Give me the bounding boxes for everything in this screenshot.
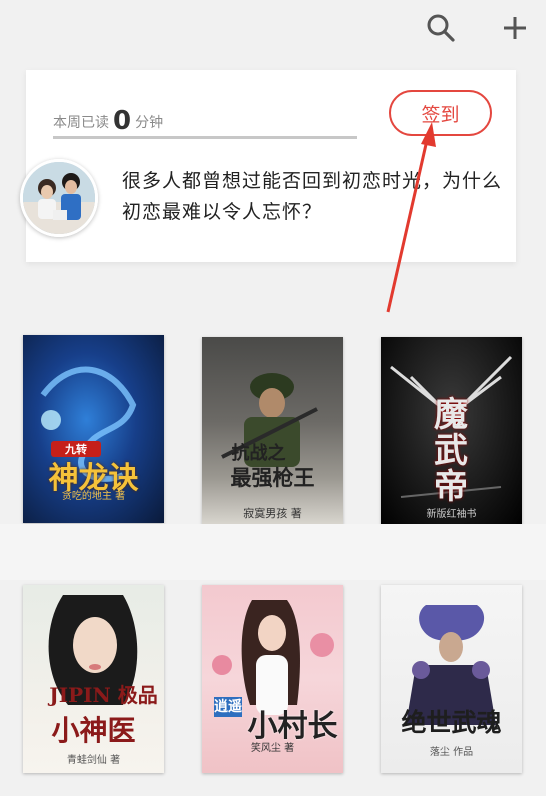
book-title: 最强枪王 [230, 465, 315, 490]
plus-icon[interactable] [497, 10, 533, 46]
book-author: 落尘 作品 [429, 747, 474, 758]
book-cover[interactable]: 抗战之 最强枪王 寂寞男孩 著 [202, 337, 343, 525]
shelf-divider [0, 524, 546, 580]
book-cover[interactable]: 魔武帝 新版红袖书 [381, 337, 522, 525]
reading-card: 本周已读 0 分钟 签到 很多人都曾想过能否回到初恋时光，为什么初恋最难以令人忘… [26, 70, 516, 262]
signin-button[interactable]: 签到 [389, 90, 492, 136]
book-author: 贪吃的地主 著 [61, 491, 126, 502]
book-author: 寂寞男孩 著 [243, 507, 302, 520]
weekly-read-minutes: 0 [113, 106, 132, 136]
book-cover[interactable]: 九转 神龙诀 贪吃的地主 著 [23, 335, 164, 523]
top-toolbar [0, 0, 546, 56]
weekly-read-prefix: 本周已读 [53, 115, 109, 131]
weekly-read-stat: 本周已读 0 分钟 [53, 106, 164, 136]
book-author: 青蛙剑仙 著 [66, 755, 121, 766]
book-title-top: JIPIN 极品 [49, 683, 158, 707]
avatar[interactable] [20, 159, 98, 237]
weekly-read-suffix: 分钟 [135, 115, 164, 131]
book-cover[interactable]: 逍遥 小村长 笑风尘 著 [202, 585, 343, 773]
book-cover[interactable]: JIPIN 极品 小神医 青蛙剑仙 著 [23, 585, 164, 773]
reading-progress-line [53, 136, 357, 139]
book-title: 绝世武魂 [401, 708, 502, 737]
recommendation-message[interactable]: 很多人都曾想过能否回到初恋时光，为什么初恋最难以令人忘怀？ [122, 166, 502, 228]
search-icon[interactable] [423, 10, 459, 46]
book-title: 小神医 [51, 714, 136, 747]
book-title: 魔武帝 [434, 395, 468, 507]
book-cover[interactable]: 绝世武魂 落尘 作品 [381, 585, 522, 773]
book-author: 笑风尘 著 [250, 743, 295, 754]
book-author: 新版红袖书 [426, 509, 477, 520]
